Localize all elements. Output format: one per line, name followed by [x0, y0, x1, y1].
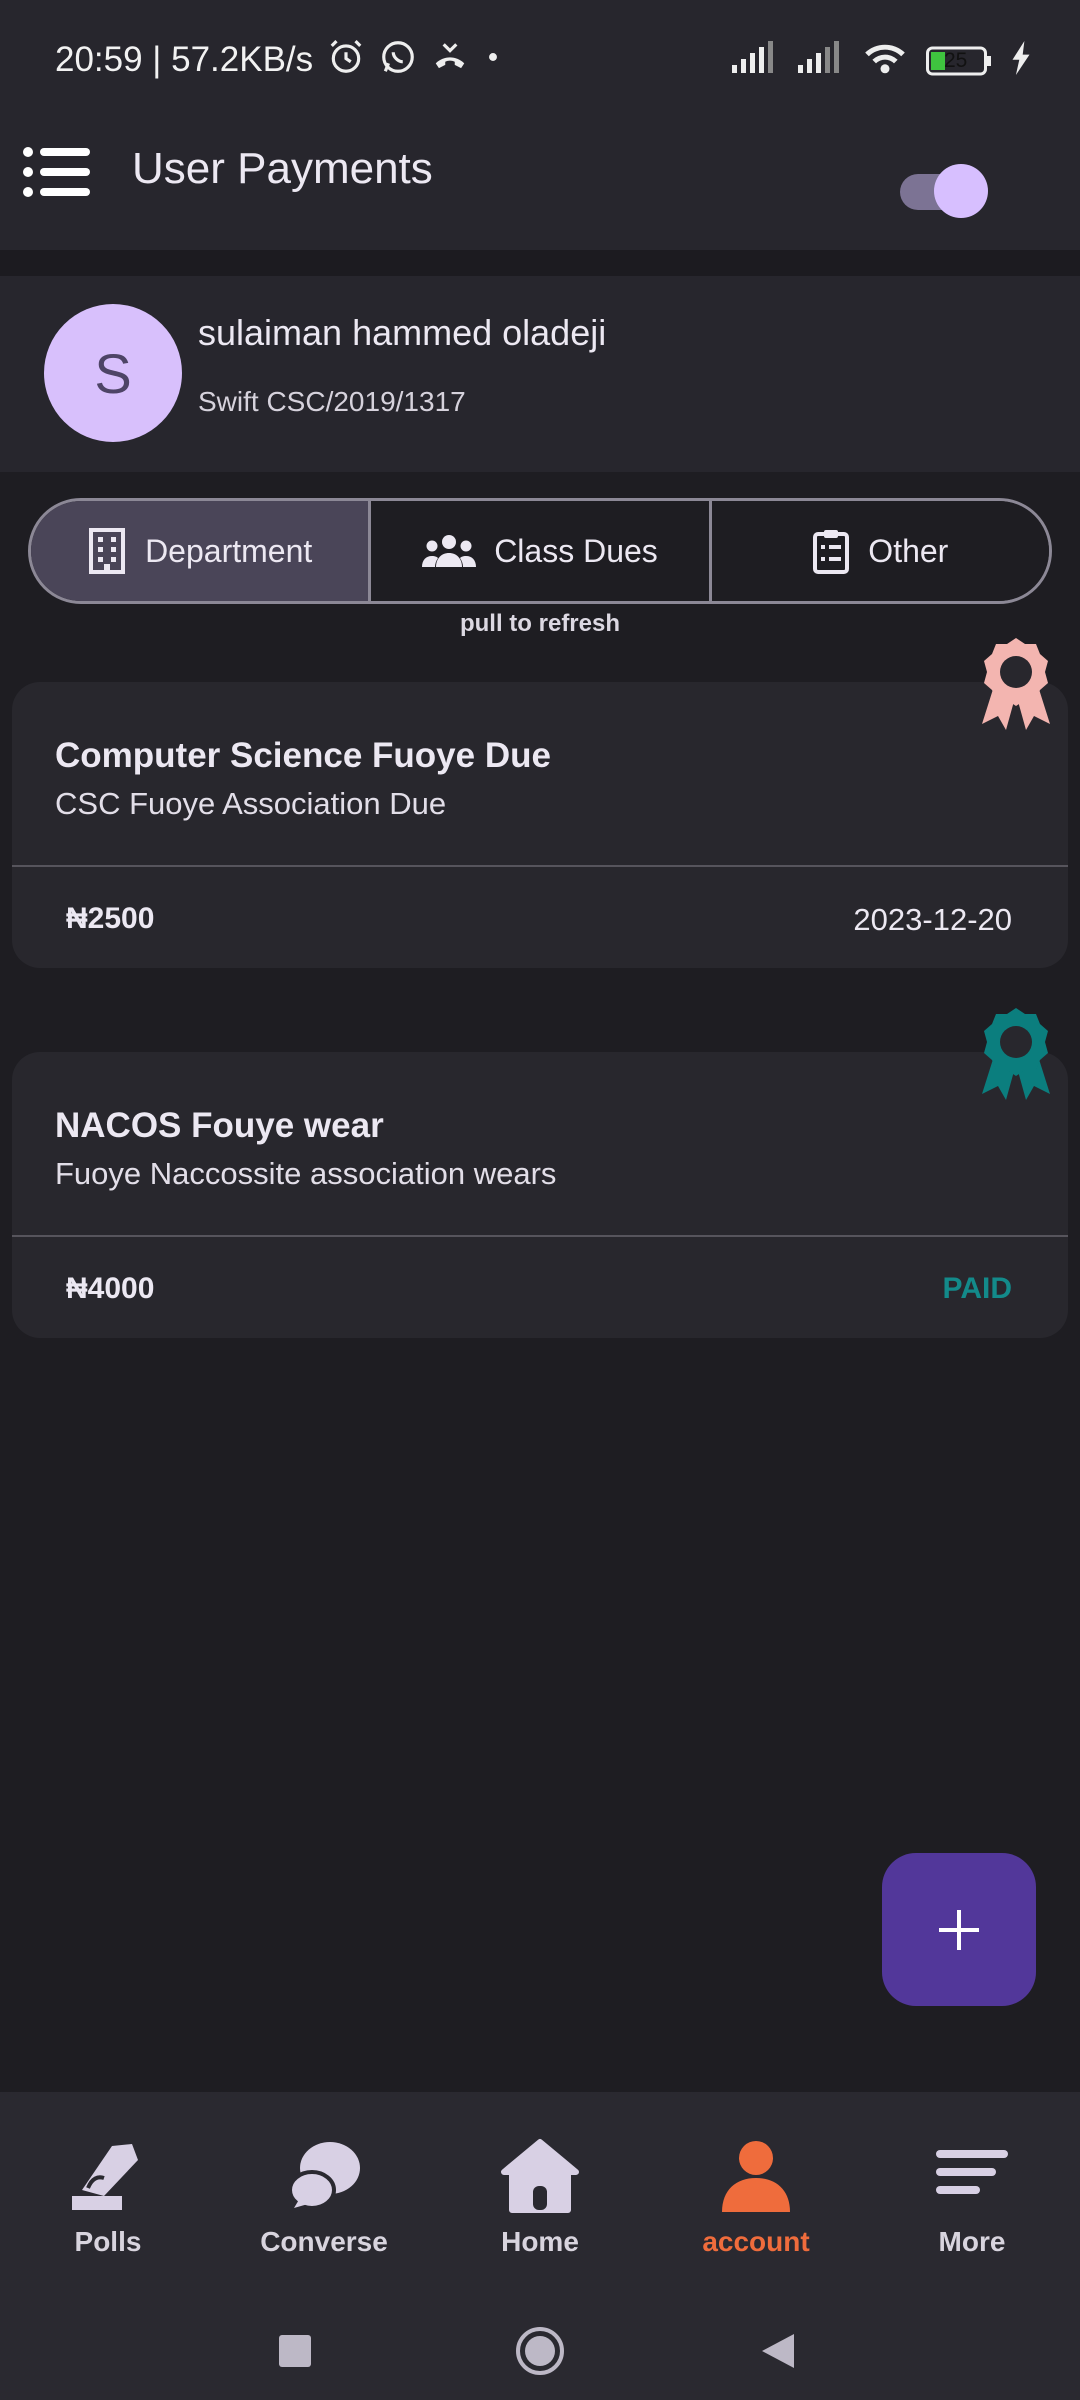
- payment-card[interactable]: Computer Science Fuoye Due CSC Fuoye Ass…: [12, 682, 1068, 968]
- whatsapp-icon: [379, 38, 417, 81]
- nav-more[interactable]: More: [864, 2092, 1080, 2280]
- profile-card: S sulaiman hammed oladeji Swift CSC/2019…: [0, 276, 1080, 472]
- person-icon: [722, 2141, 790, 2212]
- payment-due-date: 2023-12-20: [853, 902, 1012, 937]
- recents-button[interactable]: [278, 2334, 312, 2373]
- back-triangle-icon: [762, 2334, 794, 2368]
- payment-title: NACOS Fouye wear: [55, 1106, 384, 1145]
- list-menu-icon: [23, 147, 90, 197]
- add-payment-button[interactable]: [882, 1853, 1036, 2006]
- chat-bubbles-icon: [288, 2142, 360, 2210]
- payment-title: Computer Science Fuoye Due: [55, 736, 551, 775]
- theme-toggle[interactable]: [900, 160, 990, 218]
- polls-icon: [72, 2144, 138, 2210]
- payment-status: PAID: [942, 1272, 1012, 1305]
- plus-icon: [939, 1909, 979, 1950]
- menu-lines-icon: [936, 2150, 1008, 2194]
- signal-icon: [730, 41, 778, 80]
- missed-call-icon: [431, 38, 469, 81]
- award-ribbon-icon: [976, 636, 1056, 732]
- nav-polls[interactable]: Polls: [0, 2092, 216, 2280]
- payment-amount: ₦4000: [66, 1272, 155, 1305]
- wifi-icon: [862, 40, 908, 81]
- award-ribbon-icon: [976, 1006, 1056, 1102]
- payment-card[interactable]: NACOS Fouye wear Fuoye Naccossite associ…: [12, 1052, 1068, 1338]
- status-bar: 20:59 | 57.2KB/s 25: [0, 0, 1080, 120]
- status-time: 20:59 | 57.2KB/s: [55, 39, 314, 79]
- nav-converse[interactable]: Converse: [216, 2092, 432, 2280]
- status-right: 25: [730, 40, 1032, 81]
- clipboard-list-icon: [813, 530, 850, 574]
- nav-label: More: [938, 2226, 1006, 2257]
- profile-name: sulaiman hammed oladeji: [198, 312, 607, 353]
- battery-icon: 25: [926, 44, 992, 78]
- nav-label: Polls: [74, 2226, 142, 2257]
- alarm-icon: [327, 38, 365, 81]
- avatar[interactable]: S: [44, 304, 182, 442]
- payment-category-tabs: Department Class Dues Other: [28, 498, 1052, 604]
- circle-icon: [516, 2327, 564, 2375]
- nav-label: account: [702, 2226, 810, 2257]
- charging-icon: [1010, 41, 1032, 80]
- divider: [0, 250, 1080, 276]
- nav-label: Home: [501, 2226, 579, 2257]
- toggle-thumb: [934, 164, 988, 218]
- card-divider: [12, 865, 1068, 867]
- tab-class-dues[interactable]: Class Dues: [368, 501, 709, 601]
- screen: 20:59 | 57.2KB/s 25 User Payments S sula…: [0, 0, 1080, 2400]
- status-left: 20:59 | 57.2KB/s: [55, 38, 503, 81]
- tab-other[interactable]: Other: [708, 501, 1049, 601]
- page-title: User Payments: [132, 144, 433, 193]
- tab-label: Other: [868, 532, 949, 569]
- card-divider: [12, 1235, 1068, 1237]
- app-bar: User Payments: [0, 120, 1080, 250]
- battery-level: 25: [944, 48, 968, 72]
- payment-amount: ₦2500: [66, 902, 155, 935]
- nav-label: Converse: [260, 2226, 388, 2257]
- group-icon: [422, 535, 477, 567]
- menu-button[interactable]: [22, 142, 92, 202]
- back-button[interactable]: [760, 2332, 796, 2375]
- tab-department[interactable]: Department: [31, 501, 369, 601]
- square-icon: [279, 2335, 311, 2367]
- signal-2-icon: [796, 41, 844, 80]
- payment-subtitle: Fuoye Naccossite association wears: [55, 1156, 557, 1191]
- building-icon: [89, 528, 126, 574]
- system-navigation-bar: [0, 2280, 1080, 2400]
- tab-label: Class Dues: [494, 532, 658, 569]
- bottom-navigation: Polls Converse Home account More: [0, 2092, 1080, 2280]
- dot-icon: [483, 38, 503, 81]
- nav-account[interactable]: account: [648, 2092, 864, 2280]
- payment-subtitle: CSC Fuoye Association Due: [55, 786, 447, 821]
- tab-label: Department: [145, 532, 313, 569]
- home-system-button[interactable]: [515, 2326, 565, 2381]
- profile-id: Swift CSC/2019/1317: [198, 386, 466, 417]
- home-icon: [501, 2139, 579, 2213]
- pull-to-refresh-hint: pull to refresh: [459, 610, 621, 637]
- nav-home[interactable]: Home: [432, 2092, 648, 2280]
